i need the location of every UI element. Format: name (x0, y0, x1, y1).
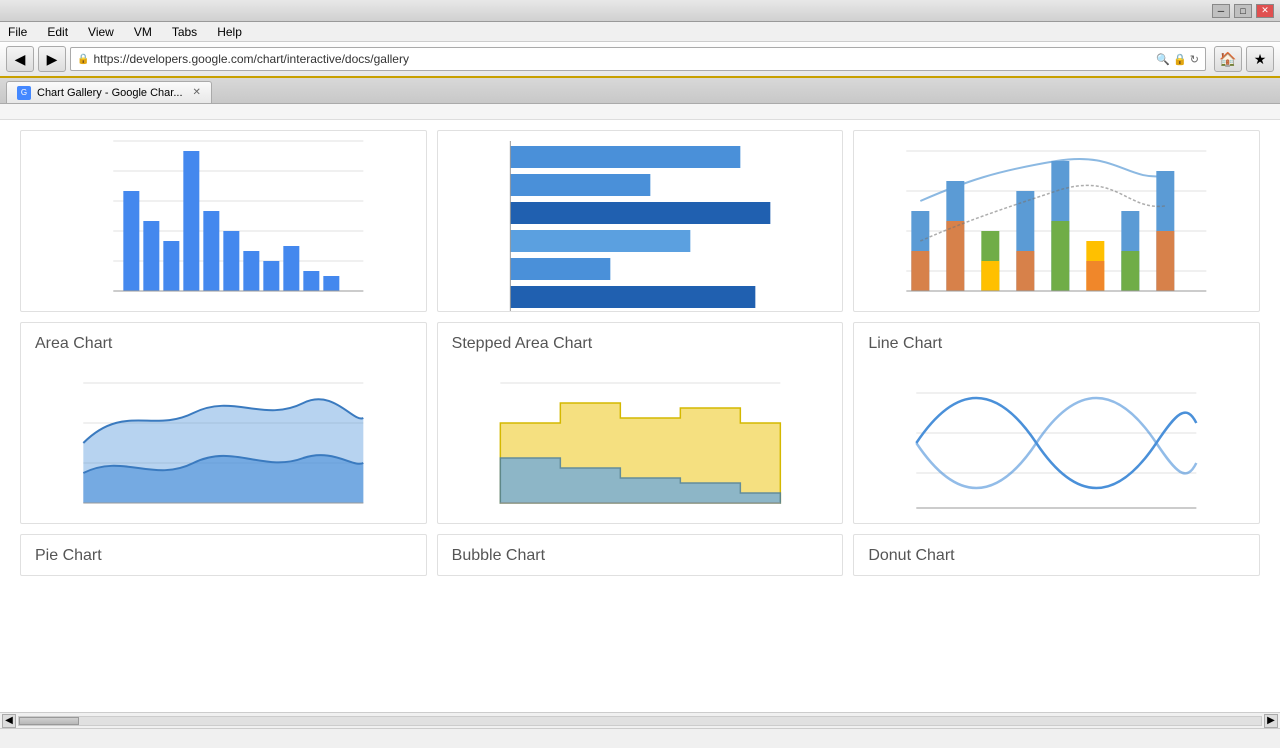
stepped-area-chart-card[interactable]: Stepped Area Chart (437, 322, 844, 524)
tab-favicon: G (17, 86, 31, 100)
search-icon: 🔍 (1156, 53, 1170, 66)
menu-vm[interactable]: VM (130, 24, 156, 40)
lock-icon: 🔒 (77, 54, 89, 65)
scroll-left-button[interactable]: ◀ (2, 714, 16, 728)
donut-chart-title: Donut Chart (854, 535, 1259, 575)
bar-chart-card[interactable] (20, 130, 427, 312)
combo-chart-preview (854, 131, 1259, 311)
scroll-thumb[interactable] (19, 717, 79, 725)
horizontal-scrollbar: ◀ ▶ (0, 712, 1280, 728)
tab-close-button[interactable]: ✕ (193, 87, 201, 98)
gallery-grid: Area Chart (20, 130, 1260, 576)
donut-chart-card[interactable]: Donut Chart (853, 534, 1260, 576)
ssl-icon: 🔒 (1173, 53, 1187, 66)
status-bar (0, 728, 1280, 748)
address-bar[interactable]: 🔒 https://developers.google.com/chart/in… (70, 47, 1206, 71)
star-button[interactable]: ★ (1246, 46, 1274, 72)
menu-bar: File Edit View VM Tabs Help (0, 22, 1280, 42)
menu-view[interactable]: View (84, 24, 118, 40)
back-button[interactable]: ◀ (6, 46, 34, 72)
combo-chart-card[interactable] (853, 130, 1260, 312)
bubble-chart-card[interactable]: Bubble Chart (437, 534, 844, 576)
hbar-chart-card[interactable] (437, 130, 844, 312)
scroll-right-button[interactable]: ▶ (1264, 714, 1278, 728)
menu-file[interactable]: File (4, 24, 31, 40)
pie-chart-title: Pie Chart (21, 535, 426, 575)
area-chart-title: Area Chart (21, 323, 426, 363)
area-chart-card[interactable]: Area Chart (20, 322, 427, 524)
browser-tab[interactable]: G Chart Gallery - Google Char... ✕ (6, 81, 212, 103)
menu-help[interactable]: Help (213, 24, 246, 40)
hbar-chart-preview (438, 131, 843, 311)
window-controls: ─ □ ✕ (1212, 4, 1274, 18)
menu-tabs[interactable]: Tabs (168, 24, 201, 40)
bubble-chart-title: Bubble Chart (438, 535, 843, 575)
top-scrollbar (0, 104, 1280, 120)
bar-chart-preview (21, 131, 426, 311)
stepped-area-chart-title: Stepped Area Chart (438, 323, 843, 363)
content-area: Area Chart (0, 120, 1280, 712)
maximize-button[interactable]: □ (1234, 4, 1252, 18)
menu-edit[interactable]: Edit (43, 24, 72, 40)
line-chart-preview (854, 363, 1259, 523)
stepped-area-chart-preview (438, 363, 843, 523)
line-chart-card[interactable]: Line Chart (853, 322, 1260, 524)
line-chart-title: Line Chart (854, 323, 1259, 363)
title-bar: ─ □ ✕ (0, 0, 1280, 22)
forward-button[interactable]: ▶ (38, 46, 66, 72)
pie-chart-card[interactable]: Pie Chart (20, 534, 427, 576)
scroll-track[interactable] (18, 716, 1262, 726)
nav-bar: ◀ ▶ 🔒 https://developers.google.com/char… (0, 42, 1280, 78)
refresh-icon[interactable]: ↻ (1190, 53, 1199, 66)
tab-bar: G Chart Gallery - Google Char... ✕ (0, 78, 1280, 104)
tab-label: Chart Gallery - Google Char... (37, 87, 183, 99)
close-button[interactable]: ✕ (1256, 4, 1274, 18)
url-text: https://developers.google.com/chart/inte… (93, 52, 1156, 66)
home-button[interactable]: 🏠 (1214, 46, 1242, 72)
minimize-button[interactable]: ─ (1212, 4, 1230, 18)
area-chart-preview (21, 363, 426, 523)
